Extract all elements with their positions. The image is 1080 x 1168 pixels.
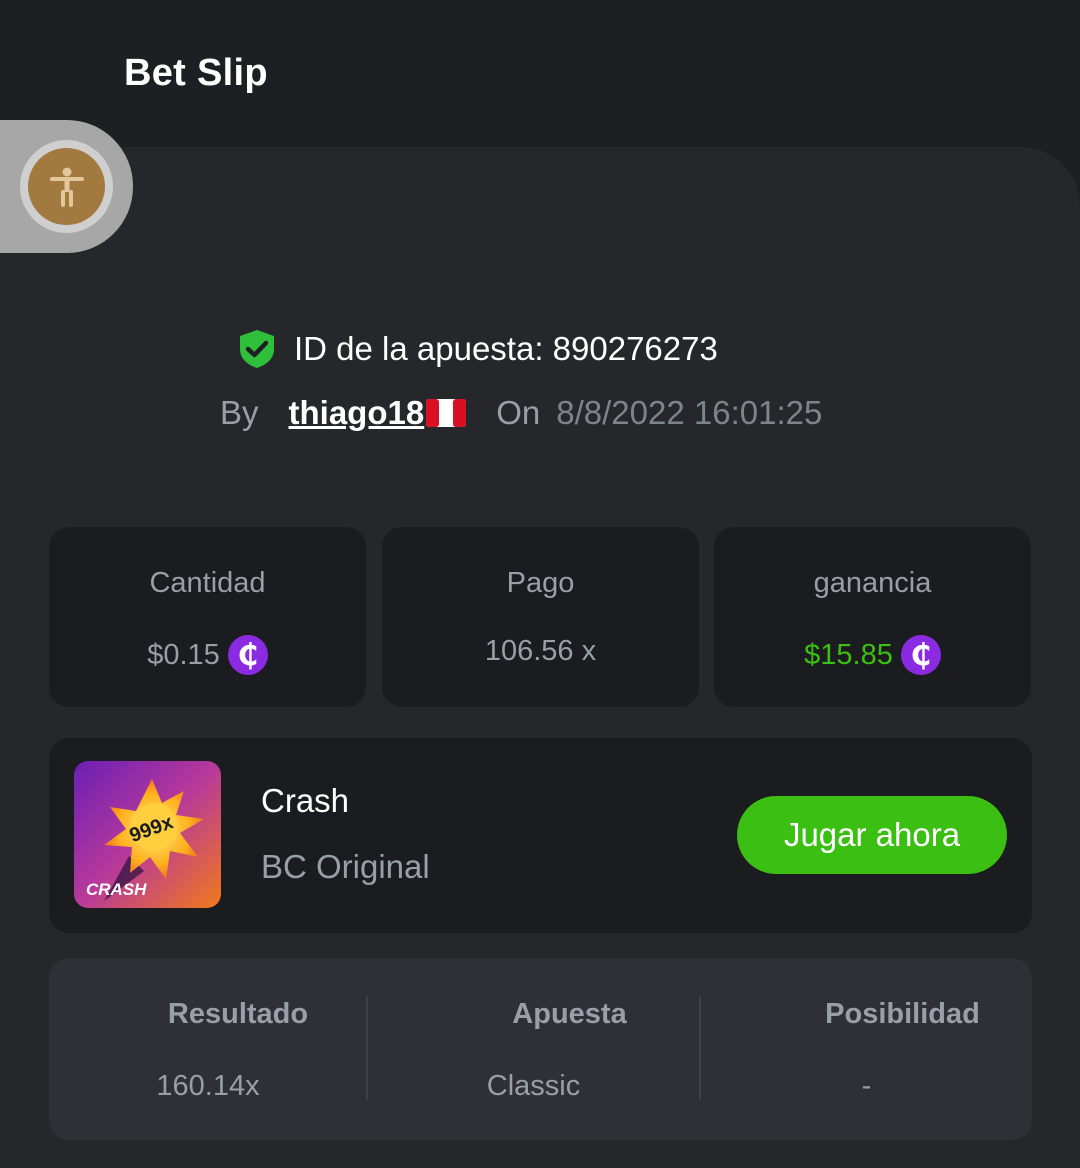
payout-value: 106.56 x [484,635,597,667]
coin-icon: ₵ [227,635,268,675]
on-label: On [496,394,541,431]
bet-id-text: ID de la apuesta: 890276273 [294,330,718,367]
chance-value: - [861,1070,872,1102]
amount-value: $0.15 [147,638,220,671]
bet-meta-row: By thiago18 On 8/8/2022 16:01:25 [220,390,822,436]
shield-check-icon [240,330,274,368]
payout-card: Pago 106.56 x [382,527,699,707]
page-title: Bet Slip [124,52,268,94]
amount-label: Cantidad [149,567,266,599]
game-card: 999x CRASH Crash BC Original Jugar ahora [49,738,1032,933]
peru-flag-icon [426,399,467,427]
by-label: By [220,394,259,431]
result-column: Resultado 160.14x [49,958,367,1140]
payout-label: Pago [506,567,575,599]
chance-header: Posibilidad [825,998,980,1030]
game-title[interactable]: Crash [261,782,349,820]
amount-card: Cantidad $0.15 ₵ [49,527,366,707]
accessibility-tab[interactable] [0,120,133,253]
result-header: Resultado [167,998,309,1030]
game-subtitle: BC Original [261,848,430,885]
bet-date: 8/8/2022 16:01:25 [556,394,823,431]
coin-icon: ₵ [900,635,941,675]
bet-id-row: ID de la apuesta: 890276273 [238,328,718,370]
header-bar: Bet Slip [0,0,1080,150]
result-card: Resultado 160.14x Apuesta Classic Posibi… [49,958,1032,1140]
accessibility-button[interactable] [20,140,113,233]
bet-type-header: Apuesta [512,998,627,1030]
profit-card: ganancia $15.85 ₵ [714,527,1031,707]
profit-label: ganancia [813,567,932,599]
bet-type-column: Apuesta Classic [368,958,699,1140]
thumb-crash-label: CRASH [86,880,147,899]
game-thumbnail[interactable]: 999x CRASH [74,761,221,908]
accessibility-icon [49,167,84,207]
result-value: 160.14x [156,1070,260,1102]
profit-value: $15.85 [804,638,893,671]
play-now-button[interactable]: Jugar ahora [737,796,1007,874]
username[interactable]: thiago18 [289,394,425,432]
chance-column: Posibilidad - [701,958,1032,1140]
bet-type-value: Classic [486,1070,581,1102]
user-link[interactable]: thiago18 [289,394,467,432]
